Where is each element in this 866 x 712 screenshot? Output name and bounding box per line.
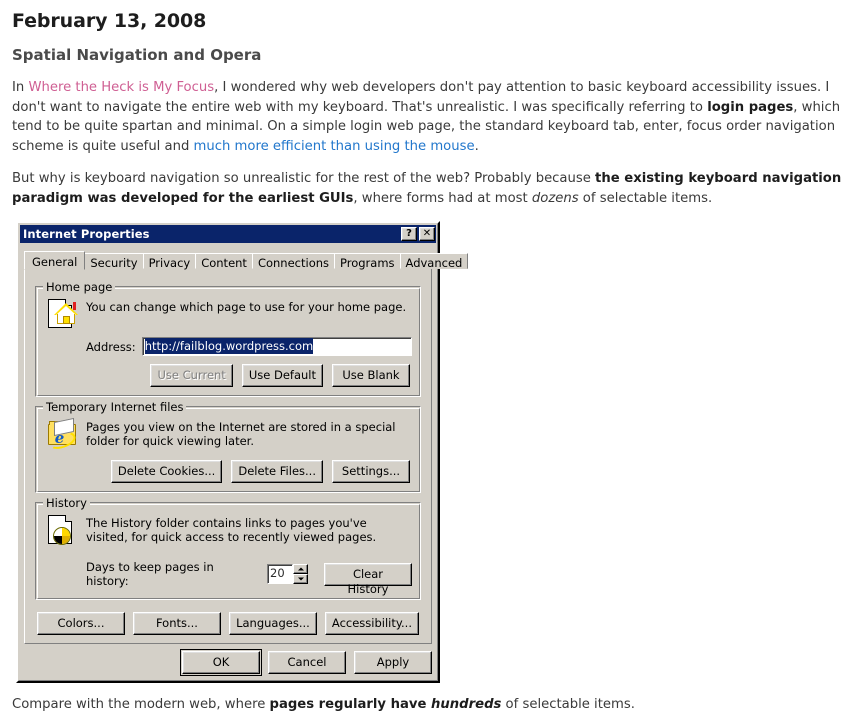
post-date: February 13, 2008 — [12, 10, 207, 32]
closing-italic: hundreds — [431, 697, 502, 712]
close-icon[interactable]: ✕ — [419, 227, 435, 241]
tab-connections[interactable]: Connections — [251, 253, 336, 270]
languages-button[interactable]: Languages... — [228, 612, 317, 635]
apply-button[interactable]: Apply — [354, 651, 432, 674]
history-description: The History folder contains links to pag… — [86, 516, 377, 544]
days-to-keep-label: Days to keep pages in history: — [86, 560, 214, 588]
secondary-button-row: Colors... Fonts... Languages... Accessib… — [37, 612, 419, 635]
address-input[interactable]: http://failblog.wordpress.com — [141, 337, 412, 356]
group-temporary-internet-files: Temporary Internet files e Pages you vie… — [35, 400, 421, 493]
paragraph-1-bold-1: login pages — [707, 99, 794, 115]
delete-files-button[interactable]: Delete Files... — [231, 460, 323, 483]
internet-properties-dialog: Internet Properties ? ✕ General Security… — [16, 221, 469, 683]
paragraph-1-tail: . — [474, 138, 479, 154]
post-closing-paragraph: Compare with the modern web, where pages… — [12, 697, 866, 712]
dialog-titlebar[interactable]: Internet Properties ? ✕ — [20, 225, 436, 243]
temp-files-description: Pages you view on the Internet are store… — [86, 420, 396, 448]
home-page-address-row: Address: http://failblog.wordpress.com — [86, 337, 412, 356]
address-input-value: http://failblog.wordpress.com — [144, 338, 314, 354]
group-history-title: History — [43, 496, 90, 510]
paragraph-2-italic: dozens — [531, 190, 579, 206]
settings-button[interactable]: Settings... — [332, 460, 410, 483]
fonts-button[interactable]: Fonts... — [132, 612, 221, 635]
post-title: Spatial Navigation and Opera — [12, 46, 262, 64]
cancel-button[interactable]: Cancel — [268, 651, 346, 674]
use-current-button[interactable]: Use Current — [150, 364, 233, 387]
clear-history-button[interactable]: Clear History — [324, 562, 412, 596]
paragraph-2-mid: , where forms had at most — [353, 190, 532, 206]
home-page-icon — [46, 298, 80, 332]
closing-lead: Compare with the modern web, where — [12, 697, 270, 712]
dialog-footer-button-row: OK Cancel Apply — [24, 649, 432, 676]
post-paragraph-1: In Where the Heck is My Focus, I wondere… — [12, 78, 854, 156]
home-page-button-row: Use Current Use Default Use Blank — [44, 364, 412, 387]
link-more-efficient-than-mouse[interactable]: much more efficient than using the mouse — [194, 139, 475, 154]
temp-files-button-row: Delete Cookies... Delete Files... Settin… — [44, 460, 412, 483]
help-icon[interactable]: ? — [401, 227, 417, 241]
days-to-keep-stepper[interactable]: 20 — [267, 564, 308, 584]
history-days-row: Days to keep pages in history: 20 Clear … — [86, 560, 412, 596]
blog-post: February 13, 2008 Spatial Navigation and… — [0, 0, 866, 208]
dialog-title: Internet Properties — [23, 227, 150, 241]
paragraph-1-lead: In — [12, 80, 29, 95]
group-history: History The History folder contains link… — [35, 496, 421, 600]
post-paragraph-2: But why is keyboard navigation so unreal… — [12, 169, 854, 208]
closing-tail: of selectable items. — [501, 697, 635, 712]
colors-button[interactable]: Colors... — [37, 612, 125, 635]
paragraph-2-lead: But why is keyboard navigation so unreal… — [12, 171, 596, 186]
link-where-the-heck-is-my-focus[interactable]: Where the Heck is My Focus — [28, 80, 214, 95]
group-home-page-title: Home page — [43, 280, 116, 294]
group-temp-files-title: Temporary Internet files — [43, 400, 187, 414]
accessibility-button[interactable]: Accessibility... — [324, 612, 419, 635]
home-page-description: You can change which page to use for you… — [86, 300, 407, 314]
ok-button[interactable]: OK — [180, 649, 262, 676]
tab-security[interactable]: Security — [84, 253, 144, 270]
spinner-down-icon[interactable] — [293, 574, 308, 584]
tab-page-general: Home page You can change which page to u… — [24, 268, 432, 644]
address-label: Address: — [86, 339, 136, 354]
history-clock-icon — [46, 514, 80, 548]
tab-programs[interactable]: Programs — [334, 253, 401, 270]
tab-privacy[interactable]: Privacy — [142, 253, 197, 270]
dialog-screenshot-figure: Internet Properties ? ✕ General Security… — [16, 221, 469, 683]
tab-strip: General Security Privacy Content Connect… — [24, 249, 469, 270]
delete-cookies-button[interactable]: Delete Cookies... — [110, 460, 223, 483]
use-blank-button[interactable]: Use Blank — [332, 364, 410, 387]
closing-bold: pages regularly have — [269, 697, 432, 712]
tab-general[interactable]: General — [24, 251, 86, 270]
tab-content[interactable]: Content — [195, 253, 253, 270]
group-home-page: Home page You can change which page to u… — [35, 280, 421, 397]
paragraph-2-tail: of selectable items. — [578, 190, 713, 206]
spinner-up-icon[interactable] — [293, 564, 308, 574]
use-default-button[interactable]: Use Default — [241, 364, 323, 387]
internet-explorer-folder-icon: e — [46, 417, 80, 452]
tab-advanced[interactable]: Advanced — [399, 253, 469, 270]
days-to-keep-value[interactable]: 20 — [267, 564, 293, 584]
